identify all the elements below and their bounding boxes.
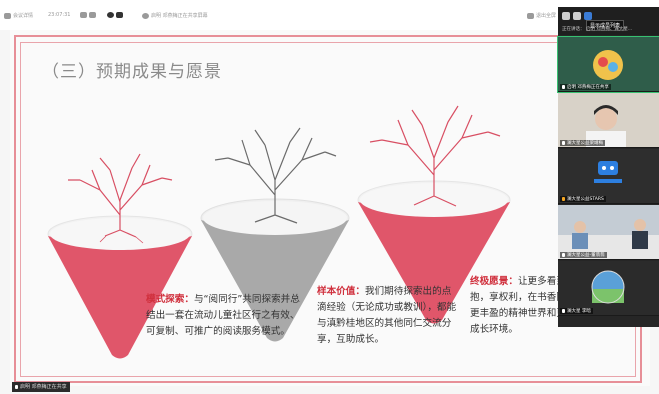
participant-name: 启明 邓燕梅正在共享 — [560, 84, 611, 90]
outcome-block-sample: 样本价值：我们期待探索出的点滴经验（无论成功或教训），都能与滇黔桂地区的其他同仁… — [317, 284, 457, 348]
mic-icon — [562, 253, 565, 257]
toolbar-icon-group — [80, 12, 96, 18]
mic-icon — [562, 309, 565, 313]
participant-name-text: 澜大星公益梁靖梅 — [567, 141, 603, 146]
minimize-icon[interactable] — [562, 12, 570, 20]
exit-fullscreen-label: 退出全屏 — [536, 13, 557, 19]
signal-icon[interactable] — [80, 12, 87, 18]
speaking-now-label: 正在讲话： 启明 邓燕梅、澜大星... — [562, 27, 633, 32]
participant-name: 澜大星 李暗 — [560, 308, 593, 314]
cloud-icon[interactable] — [107, 12, 114, 18]
meeting-info-button[interactable]: 会议详情 — [4, 12, 33, 19]
users-icon[interactable] — [116, 12, 123, 18]
participants-panel: 显示成员列表 正在讲话： 启明 邓燕梅、澜大星... 启明 邓燕梅正在共享 澜大… — [557, 7, 659, 327]
exit-fullscreen-button[interactable]: 退出全屏 — [527, 12, 556, 19]
mic-icon — [562, 141, 565, 145]
participant-tile[interactable]: 澜大星公益STARS — [558, 149, 659, 204]
participant-name-text: 澜大星公益STARS — [567, 197, 604, 202]
outcome-head-vision: 终极愿景： — [470, 276, 518, 287]
outcome-head-model: 模式探索： — [146, 294, 194, 305]
mic-icon — [15, 385, 18, 389]
participant-tile[interactable]: 澜大星公益梁靖梅 — [558, 93, 659, 148]
sharing-status-label: 启明 邓燕梅正在共享屏幕 — [151, 13, 208, 19]
meeting-info-label: 会议详情 — [13, 13, 34, 19]
exit-fullscreen-icon — [527, 12, 534, 19]
screen-share-icon — [142, 12, 149, 19]
participant-name: 澜大星公益STARS — [560, 196, 606, 202]
outcome-head-sample: 样本价值： — [317, 286, 365, 297]
outcome-block-model: 模式探索：与“阅同行”共同探索并总结出一套在流动儿童社区行之有效、可复制、可推广… — [146, 292, 304, 340]
meeting-timer-label: 23:07:31 — [48, 12, 71, 18]
participant-name-text: 启明 邓燕梅正在共享 — [567, 85, 609, 90]
meeting-icon — [4, 12, 11, 19]
pin-icon[interactable] — [573, 12, 581, 20]
mic-icon — [562, 197, 565, 201]
presenter-tag-label: 启明 邓燕梅正在共享 — [20, 384, 67, 390]
toolbar-icon-group-2 — [107, 12, 123, 18]
participant-tile[interactable]: 启明 邓燕梅正在共享 — [557, 36, 659, 93]
meeting-timer: 23:07:31 — [48, 12, 70, 18]
participant-name: 澜大星公益-董翡翡 — [560, 252, 607, 258]
screen-share-view: 会议详情 23:07:31 启明 邓燕梅正在共享屏幕 退出全屏 （三）预期成果与… — [0, 0, 659, 394]
presenter-tag: 启明 邓燕梅正在共享 — [12, 382, 70, 392]
participant-tile[interactable]: 澜大星公益-董翡翡 — [558, 205, 659, 260]
participant-name: 澜大星公益梁靖梅 — [560, 140, 605, 146]
member-list-icon[interactable] — [584, 12, 592, 20]
layout-icon[interactable] — [89, 12, 96, 18]
sharing-status: 启明 邓燕梅正在共享屏幕 — [142, 12, 208, 19]
participants-panel-header: 显示成员列表 正在讲话： 启明 邓燕梅、澜大星... — [558, 7, 659, 35]
participant-name-text: 澜大星公益-董翡翡 — [567, 253, 605, 258]
participant-tile[interactable]: 澜大星 李暗 — [558, 261, 659, 316]
participant-name-text: 澜大星 李暗 — [567, 309, 591, 314]
shared-slide: （三）预期成果与愿景 模式探索：与“阅同行”共同探索并总结出一套在流动儿童社区行… — [10, 30, 650, 386]
mic-icon — [562, 85, 565, 89]
